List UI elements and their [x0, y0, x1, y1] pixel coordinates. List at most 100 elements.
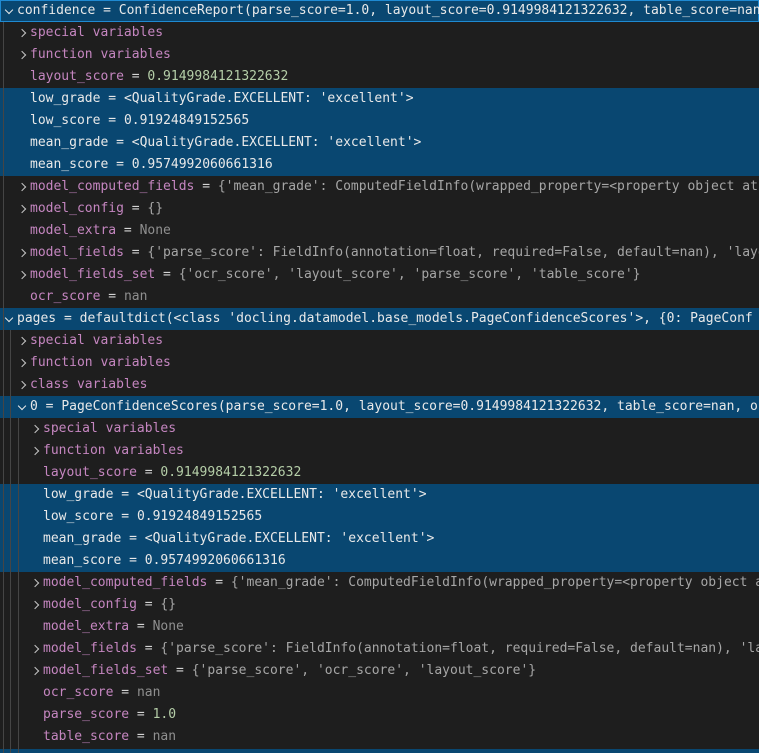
- equals-sign: =: [137, 638, 160, 660]
- variable-value: ConfidenceReport(parse_score=1.0, layout…: [119, 0, 759, 22]
- variable-value: defaultdict(<class 'docling.datamodel.ba…: [80, 308, 753, 330]
- equals-sign: =: [137, 594, 160, 616]
- variable-row-confidence[interactable]: confidence = ConfidenceReport(parse_scor…: [0, 0, 759, 22]
- variable-name: ocr_score: [43, 682, 113, 704]
- variable-row-mean-score[interactable]: mean_score = 0.9574992060661316: [0, 550, 759, 572]
- chevron-right-icon[interactable]: [17, 374, 30, 396]
- variable-row-low-score[interactable]: low_score = 0.91924849152565: [0, 506, 759, 528]
- variable-value: {'mean_grade': ComputedFieldInfo(wrapped…: [231, 572, 759, 594]
- chevron-down-icon[interactable]: [17, 396, 30, 418]
- variable-row-model-extra[interactable]: model_extra = None: [0, 220, 759, 242]
- variable-row-pages[interactable]: pages = defaultdict(<class 'docling.data…: [0, 308, 759, 330]
- chevron-right-icon[interactable]: [17, 330, 30, 352]
- variable-row-model-fields-set[interactable]: model_fields_set = {'ocr_score', 'layout…: [0, 264, 759, 286]
- equals-sign: =: [113, 484, 136, 506]
- variable-value: 0.9574992060661316: [132, 154, 273, 176]
- variable-value: <QualityGrade.EXCELLENT: 'excellent'>: [137, 484, 427, 506]
- variable-row-table-score[interactable]: table_score = nan: [0, 726, 759, 748]
- variable-row-model-config[interactable]: model_config = {}: [0, 198, 759, 220]
- partially-visible-selected-row[interactable]: [0, 749, 759, 753]
- variable-name: model_fields_set: [30, 264, 155, 286]
- variable-row-low-grade[interactable]: low_grade = <QualityGrade.EXCELLENT: 'ex…: [0, 88, 759, 110]
- equals-sign: =: [155, 264, 178, 286]
- indent-spacer: [17, 286, 30, 308]
- variable-row-0[interactable]: 0 = PageConfidenceScores(parse_score=1.0…: [0, 396, 759, 418]
- indent-spacer: [30, 462, 43, 484]
- variable-row-model-computed-fields[interactable]: model_computed_fields = {'mean_grade': C…: [0, 572, 759, 594]
- variable-row-model-config[interactable]: model_config = {}: [0, 594, 759, 616]
- chevron-right-icon[interactable]: [30, 572, 43, 594]
- variable-name: function variables: [30, 352, 171, 374]
- variable-row-ocr-score[interactable]: ocr_score = nan: [0, 682, 759, 704]
- variable-row-layout-score[interactable]: layout_score = 0.9149984121322632: [0, 66, 759, 88]
- indent-spacer: [30, 550, 43, 572]
- variable-name: model_config: [43, 594, 137, 616]
- variable-name: layout_score: [30, 66, 124, 88]
- chevron-right-icon[interactable]: [30, 418, 43, 440]
- variable-row-ocr-score[interactable]: ocr_score = nan: [0, 286, 759, 308]
- chevron-right-icon[interactable]: [30, 660, 43, 682]
- chevron-right-icon[interactable]: [17, 44, 30, 66]
- variable-row-special-variables[interactable]: special variables: [0, 330, 759, 352]
- chevron-right-icon[interactable]: [17, 264, 30, 286]
- equals-sign: =: [124, 242, 147, 264]
- variable-value: {'parse_score': FieldInfo(annotation=flo…: [147, 242, 759, 264]
- chevron-right-icon[interactable]: [17, 198, 30, 220]
- variable-row-model-computed-fields[interactable]: model_computed_fields = {'mean_grade': C…: [0, 176, 759, 198]
- equals-sign: =: [194, 176, 217, 198]
- variable-name: mean_score: [43, 550, 121, 572]
- variable-value: {'ocr_score', 'layout_score', 'parse_sco…: [179, 264, 641, 286]
- variable-value: <QualityGrade.EXCELLENT: 'excellent'>: [132, 132, 422, 154]
- chevron-right-icon[interactable]: [30, 594, 43, 616]
- indent-spacer: [30, 616, 43, 638]
- variable-row-mean-score[interactable]: mean_score = 0.9574992060661316: [0, 154, 759, 176]
- chevron-right-icon[interactable]: [17, 22, 30, 44]
- chevron-right-icon[interactable]: [30, 638, 43, 660]
- equals-sign: =: [100, 88, 123, 110]
- chevron-right-icon[interactable]: [17, 352, 30, 374]
- variable-row-class-variables[interactable]: class variables: [0, 374, 759, 396]
- variable-row-model-fields[interactable]: model_fields = {'parse_score': FieldInfo…: [0, 638, 759, 660]
- variable-name: mean_score: [30, 154, 108, 176]
- variable-row-special-variables[interactable]: special variables: [0, 22, 759, 44]
- variable-row-layout-score[interactable]: layout_score = 0.9149984121322632: [0, 462, 759, 484]
- equals-sign: =: [113, 682, 136, 704]
- indent-spacer: [30, 726, 43, 748]
- equals-sign: =: [121, 528, 144, 550]
- variable-row-special-variables[interactable]: special variables: [0, 418, 759, 440]
- chevron-right-icon[interactable]: [17, 176, 30, 198]
- variable-name: model_fields_set: [43, 660, 168, 682]
- variable-row-low-grade[interactable]: low_grade = <QualityGrade.EXCELLENT: 'ex…: [0, 484, 759, 506]
- indent-spacer: [17, 132, 30, 154]
- variable-name: layout_score: [43, 462, 137, 484]
- variable-value: <QualityGrade.EXCELLENT: 'excellent'>: [124, 88, 414, 110]
- chevron-right-icon[interactable]: [17, 242, 30, 264]
- chevron-down-icon[interactable]: [4, 0, 17, 22]
- equals-sign: =: [124, 66, 147, 88]
- chevron-right-icon[interactable]: [30, 440, 43, 462]
- variable-row-model-extra[interactable]: model_extra = None: [0, 616, 759, 638]
- variable-value: 0.9149984121322632: [147, 66, 288, 88]
- variable-row-parse-score[interactable]: parse_score = 1.0: [0, 704, 759, 726]
- variable-name: model_computed_fields: [43, 572, 207, 594]
- variable-name: model_computed_fields: [30, 176, 194, 198]
- variable-value: nan: [124, 286, 147, 308]
- variable-name: mean_grade: [43, 528, 121, 550]
- chevron-down-icon[interactable]: [4, 308, 17, 330]
- indent-spacer: [17, 220, 30, 242]
- variable-row-model-fields[interactable]: model_fields = {'parse_score': FieldInfo…: [0, 242, 759, 264]
- variable-row-model-fields-set[interactable]: model_fields_set = {'parse_score', 'ocr_…: [0, 660, 759, 682]
- variable-value: {'mean_grade': ComputedFieldInfo(wrapped…: [218, 176, 759, 198]
- variable-row-low-score[interactable]: low_score = 0.91924849152565: [0, 110, 759, 132]
- variable-row-function-variables[interactable]: function variables: [0, 352, 759, 374]
- variable-value: 1.0: [153, 704, 176, 726]
- variable-row-mean-grade[interactable]: mean_grade = <QualityGrade.EXCELLENT: 'e…: [0, 528, 759, 550]
- variable-name: function variables: [30, 44, 171, 66]
- indent-spacer: [17, 110, 30, 132]
- variable-value: 0.91924849152565: [124, 110, 249, 132]
- variable-name: mean_grade: [30, 132, 108, 154]
- indent-spacer: [17, 66, 30, 88]
- variable-row-function-variables[interactable]: function variables: [0, 440, 759, 462]
- variable-row-mean-grade[interactable]: mean_grade = <QualityGrade.EXCELLENT: 'e…: [0, 132, 759, 154]
- variable-row-function-variables[interactable]: function variables: [0, 44, 759, 66]
